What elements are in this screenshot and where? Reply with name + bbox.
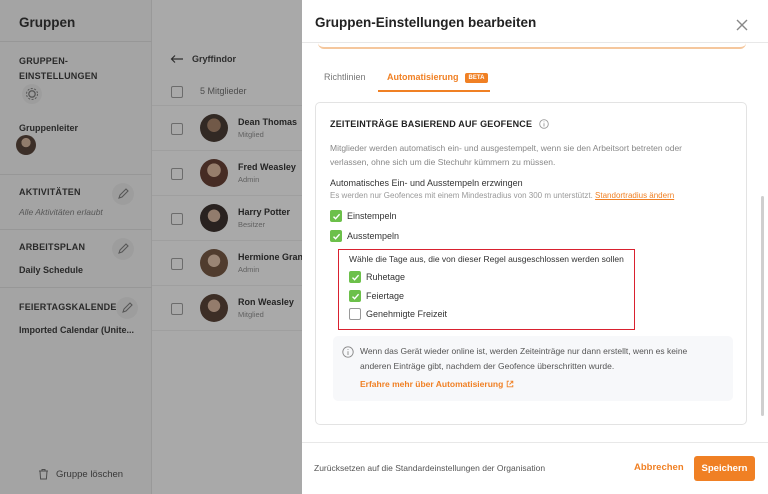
beta-badge: BETA — [464, 73, 489, 83]
learn-more-automation-link[interactable]: Erfahre mehr über Automatisierung — [360, 379, 514, 389]
approved-time-off-label: Genehmigte Freizeit — [366, 309, 448, 319]
checkmark-icon — [351, 274, 359, 281]
geofence-settings-card: ZEITEINTRÄGE BASIEREND AUF GEOFENCE Mitg… — [315, 102, 747, 425]
holidays-checkbox[interactable]: Feiertage — [349, 290, 404, 302]
checkbox-checked — [330, 210, 342, 222]
rest-days-label: Ruhetage — [366, 272, 406, 282]
modal-scrollbar[interactable] — [761, 196, 764, 416]
checkbox-checked — [349, 290, 361, 302]
close-button[interactable] — [734, 17, 750, 33]
modal-title: Gruppen-Einstellungen bearbeiten — [315, 15, 537, 30]
modal-footer-divider — [302, 442, 768, 443]
geofence-radius-note: Es werden nur Geofences mit einem Mindes… — [330, 191, 675, 200]
offline-info-text: Wenn das Gerät wieder online ist, werden… — [360, 346, 688, 371]
checkmark-icon — [332, 233, 340, 240]
checkbox-unchecked — [349, 308, 361, 320]
holidays-label: Feiertage — [366, 291, 405, 301]
save-button[interactable]: Speichern — [694, 456, 755, 481]
group-settings-modal: Gruppen-Einstellungen bearbeiten Richtli… — [302, 0, 768, 494]
tab-policies[interactable]: Richtlinien — [324, 72, 366, 82]
checkbox-checked — [349, 271, 361, 283]
excluded-days-group: Wähle die Tage aus, die von dieser Regel… — [338, 249, 635, 330]
external-link-icon — [507, 380, 514, 388]
enforce-clock-subheading: Automatisches Ein- und Ausstempeln erzwi… — [330, 178, 523, 188]
close-icon — [736, 19, 748, 31]
info-icon[interactable] — [539, 119, 549, 129]
cancel-button[interactable]: Abbrechen — [634, 462, 684, 473]
geofence-description: Mitglieder werden automatisch ein- und a… — [330, 143, 683, 167]
settings-tabs: Richtlinien Automatisierung BETA — [302, 62, 768, 92]
tab-automation[interactable]: Automatisierung BETA — [387, 72, 489, 83]
clock-in-label: Einstempeln — [347, 211, 397, 221]
checkmark-icon — [332, 213, 340, 220]
active-tab-indicator — [378, 90, 490, 92]
geofence-section-title: ZEITEINTRÄGE BASIEREND AUF GEOFENCE — [330, 119, 549, 129]
modal-backdrop[interactable] — [0, 0, 302, 494]
reset-to-defaults-link[interactable]: Zurücksetzen auf die Standardeinstellung… — [314, 463, 545, 473]
checkbox-checked — [330, 230, 342, 242]
checkmark-icon — [351, 293, 359, 300]
clock-out-checkbox[interactable]: Ausstempeln — [330, 230, 399, 242]
change-radius-link[interactable]: Standortradius ändern — [595, 191, 674, 200]
approved-time-off-checkbox[interactable]: Genehmigte Freizeit — [349, 308, 447, 320]
scrolled-card-edge — [318, 43, 746, 49]
clock-in-checkbox[interactable]: Einstempeln — [330, 210, 397, 222]
rest-days-checkbox[interactable]: Ruhetage — [349, 271, 405, 283]
info-icon — [342, 346, 354, 358]
offline-info-box: Wenn das Gerät wieder online ist, werden… — [333, 336, 733, 401]
clock-out-label: Ausstempeln — [347, 231, 400, 241]
excluded-days-title: Wähle die Tage aus, die von dieser Regel… — [349, 254, 624, 264]
